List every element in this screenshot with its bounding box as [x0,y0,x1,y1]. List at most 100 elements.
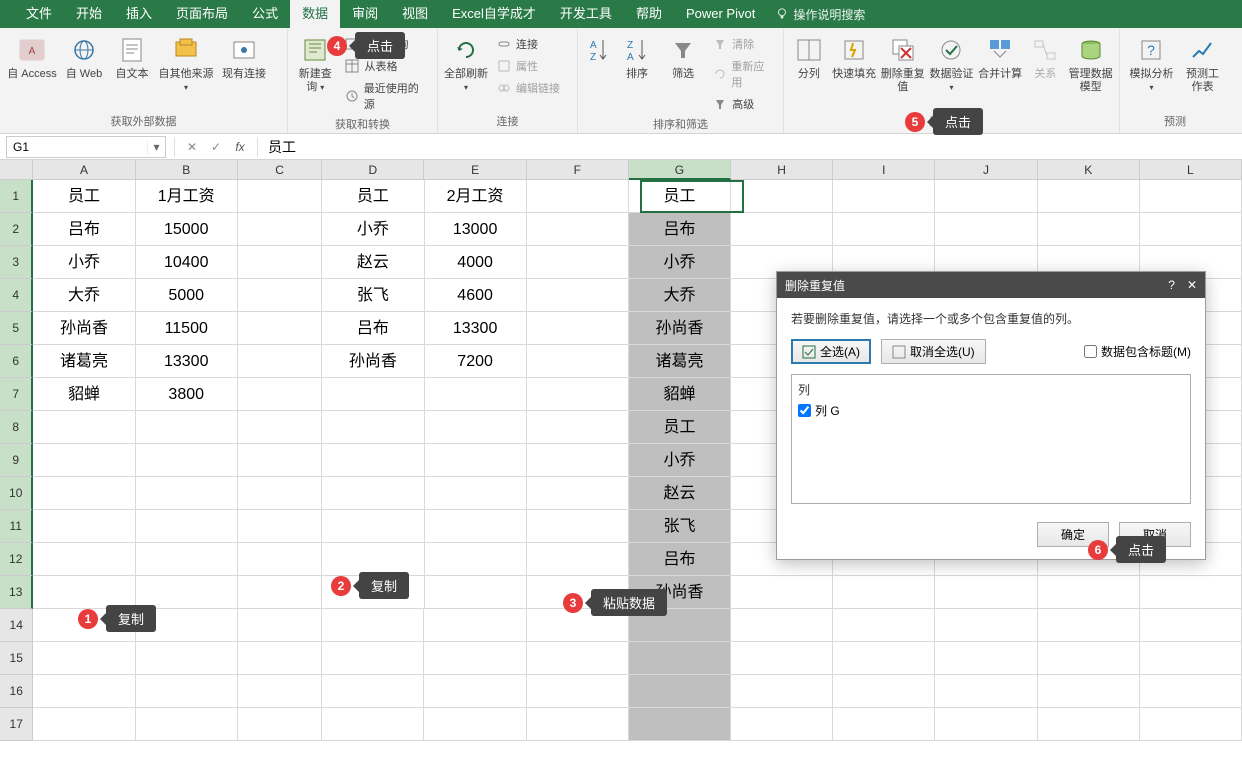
existing-conn-button[interactable]: 现有连接 [216,32,272,81]
cell[interactable] [527,378,629,411]
cell[interactable]: 13000 [425,213,527,246]
cell[interactable] [1140,609,1242,642]
cell[interactable] [424,609,526,642]
cell[interactable]: 孙尚香 [33,312,135,345]
flash-fill-button[interactable]: 快速填充 [830,32,879,81]
cell[interactable] [33,477,135,510]
col-header[interactable]: A [33,160,135,180]
cell[interactable]: 11500 [136,312,238,345]
cell[interactable] [1038,576,1140,609]
cell[interactable]: 吕布 [33,213,135,246]
cell[interactable]: 小乔 [322,213,424,246]
cell[interactable] [1140,675,1242,708]
columns-listbox[interactable]: 列 列 G [791,374,1191,504]
connections-button[interactable]: 连接 [490,34,566,54]
cell[interactable] [527,312,629,345]
cell[interactable] [33,444,135,477]
cell[interactable] [424,675,526,708]
cell[interactable]: 诸葛亮 [629,345,731,378]
tab-view[interactable]: 视图 [390,0,440,28]
cell[interactable] [731,675,833,708]
cell[interactable] [935,642,1037,675]
relations-button[interactable]: 关系 [1024,32,1066,81]
cell[interactable] [1140,708,1242,741]
cell[interactable] [731,180,833,213]
cell[interactable]: 赵云 [629,477,731,510]
cell-ref-input[interactable] [7,140,147,154]
close-icon[interactable]: ✕ [1187,278,1197,292]
enter-formula-button[interactable]: ✓ [205,136,227,158]
cell[interactable] [238,279,323,312]
row-header[interactable]: 12 [0,543,33,576]
col-header[interactable]: L [1140,160,1242,180]
advanced-filter-button[interactable]: 高级 [706,94,779,114]
cell[interactable] [425,444,527,477]
cell[interactable]: 13300 [425,312,527,345]
col-header[interactable]: K [1038,160,1140,180]
formula-input[interactable] [260,136,1242,158]
cell[interactable] [424,708,526,741]
cell[interactable] [33,642,135,675]
row-header[interactable]: 1 [0,180,33,213]
cell[interactable] [731,708,833,741]
text-to-columns-button[interactable]: 分列 [788,32,830,81]
cell[interactable]: 赵云 [322,246,424,279]
cell[interactable] [935,180,1037,213]
cell[interactable]: 张飞 [629,510,731,543]
cell[interactable] [527,543,629,576]
cell[interactable] [136,444,238,477]
row-header[interactable]: 5 [0,312,33,345]
cell[interactable] [527,213,629,246]
cell[interactable] [238,312,323,345]
cell[interactable] [527,279,629,312]
name-box-dropdown[interactable]: ▾ [147,140,165,154]
tab-data[interactable]: 数据 [290,0,340,28]
tell-me-search[interactable]: 操作说明搜索 [775,6,865,23]
cell[interactable] [527,477,629,510]
select-all-button[interactable]: 全选(A) [791,339,871,364]
row-header[interactable]: 6 [0,345,33,378]
cell[interactable] [1038,180,1140,213]
cell[interactable]: 1月工资 [136,180,238,213]
cell[interactable] [425,576,527,609]
cell[interactable]: 孙尚香 [629,312,731,345]
tab-powerpivot[interactable]: Power Pivot [674,0,767,28]
cell[interactable] [935,675,1037,708]
sort-asc-button[interactable]: AZ [582,32,614,68]
cell[interactable] [527,708,629,741]
cell[interactable] [731,642,833,675]
forecast-sheet-button[interactable]: 预测工作表 [1179,32,1226,94]
cell[interactable] [935,213,1037,246]
tab-review[interactable]: 审阅 [340,0,390,28]
col-header[interactable]: G [629,160,731,180]
cell[interactable] [1140,180,1242,213]
cell[interactable] [425,477,527,510]
cell[interactable]: 2月工资 [425,180,527,213]
cell[interactable] [238,180,323,213]
tab-layout[interactable]: 页面布局 [164,0,240,28]
cell[interactable] [33,675,135,708]
cell[interactable] [238,510,323,543]
col-header[interactable]: E [424,160,526,180]
cell[interactable]: 7200 [425,345,527,378]
row-header[interactable]: 9 [0,444,33,477]
from-other-button[interactable]: 自其他来源 ▾ [156,32,216,94]
cell[interactable]: 员工 [629,180,731,213]
cell[interactable]: 3800 [136,378,238,411]
cell[interactable] [238,477,323,510]
cell[interactable] [833,708,935,741]
cell[interactable] [238,642,323,675]
filter-button[interactable]: 筛选 [660,32,706,81]
cell[interactable] [136,675,238,708]
cell[interactable] [1038,213,1140,246]
cell[interactable] [629,642,731,675]
cell[interactable]: 员工 [33,180,135,213]
cell[interactable]: 员工 [322,180,424,213]
cell[interactable] [527,180,629,213]
cell[interactable]: 貂蝉 [33,378,135,411]
cell[interactable] [322,477,424,510]
cell[interactable] [1038,675,1140,708]
from-table-button[interactable]: 从表格 [338,56,433,76]
consolidate-button[interactable]: 合并计算 [976,32,1025,81]
col-header[interactable]: D [322,160,424,180]
